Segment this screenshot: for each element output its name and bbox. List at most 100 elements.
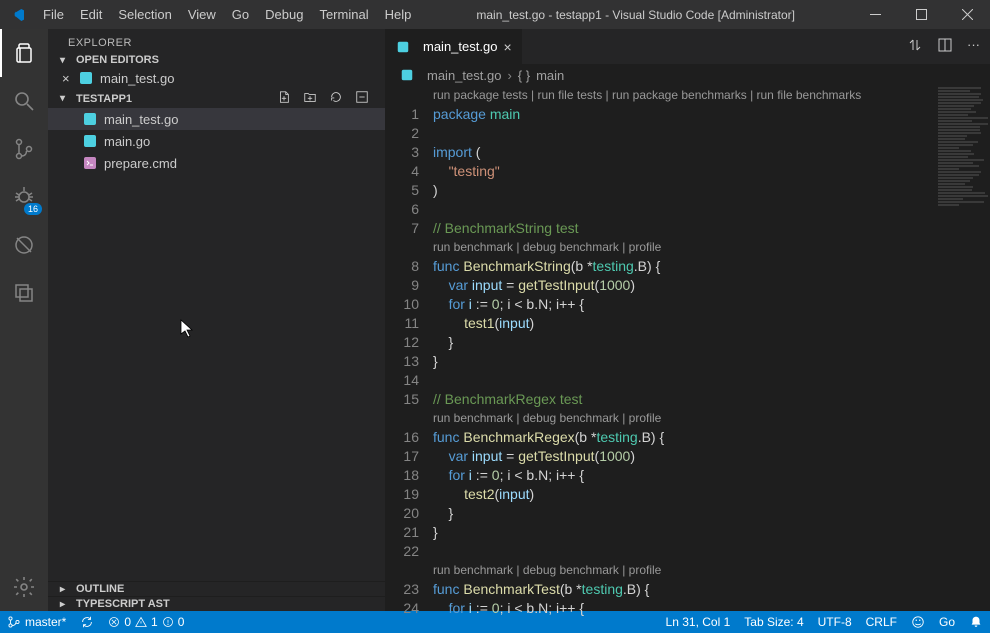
code-line[interactable]: test2(input) [433,485,990,504]
main-area: 16 EXPLORER ▾ OPEN EDITORS × main_test.g… [0,29,990,611]
codelens[interactable]: run benchmark | debug benchmark | profil… [433,409,990,428]
file-item[interactable]: main_test.go [48,108,385,130]
tab-label: main_test.go [423,39,497,54]
status-problems[interactable]: 0 1 0 [101,611,191,633]
close-icon[interactable]: × [503,39,511,55]
menu-item-terminal[interactable]: Terminal [311,0,376,29]
sidebar-title: EXPLORER [48,29,385,53]
code-line[interactable] [433,200,990,219]
activity-search-icon[interactable] [0,77,48,125]
chevron-right-icon: ▸ [60,584,76,595]
file-item[interactable]: main.go [48,130,385,152]
breadcrumb-symbol: main [536,68,564,83]
status-branch[interactable]: master* [0,611,73,633]
code-line[interactable]: for i := 0; i < b.N; i++ { [433,599,990,618]
code-line[interactable]: func BenchmarkRegex(b *testing.B) { [433,428,990,447]
open-editors-section[interactable]: ▾ OPEN EDITORS [48,53,385,67]
editor-body[interactable]: 1234567 89101112131415 16171819202122 23… [385,86,990,611]
split-editor-icon[interactable] [937,37,953,56]
code-line[interactable]: test1(input) [433,314,990,333]
activity-settings-icon[interactable] [0,563,48,611]
code-line[interactable]: for i := 0; i < b.N; i++ { [433,466,990,485]
code-line[interactable]: import ( [433,143,990,162]
menu-item-go[interactable]: Go [224,0,257,29]
code-line[interactable]: var input = getTestInput(1000) [433,276,990,295]
ts-ast-label: TYPESCRIPT AST [76,598,170,610]
file-label: prepare.cmd [104,156,177,171]
editor-area: main_test.go × ··· main_test.go › { } ma… [385,29,990,611]
code-line[interactable]: } [433,333,990,352]
open-editor-filename: main_test.go [100,71,174,86]
window-controls [852,0,990,29]
open-editor-item[interactable]: × main_test.go [48,67,385,89]
namespace-icon: { } [518,68,530,83]
menu-item-edit[interactable]: Edit [72,0,110,29]
activity-extensions-icon[interactable] [0,221,48,269]
title-bar: FileEditSelectionViewGoDebugTerminalHelp… [0,0,990,29]
codelens[interactable]: run package tests | run file tests | run… [433,86,990,105]
project-tools [277,90,373,107]
minimize-button[interactable] [852,0,898,29]
go-file-icon [78,70,94,86]
breadcrumb[interactable]: main_test.go › { } main [385,64,990,86]
code-line[interactable]: // BenchmarkRegex test [433,390,990,409]
more-icon[interactable]: ··· [967,37,980,56]
menu-bar: FileEditSelectionViewGoDebugTerminalHelp [35,0,419,29]
breadcrumb-file: main_test.go [427,68,501,83]
go-file-icon [399,67,415,83]
new-file-icon[interactable] [277,90,291,107]
editor-tab[interactable]: main_test.go × [385,29,522,64]
menu-item-debug[interactable]: Debug [257,0,311,29]
code-line[interactable]: for i := 0; i < b.N; i++ { [433,295,990,314]
code-line[interactable]: // BenchmarkString test [433,219,990,238]
menu-item-view[interactable]: View [180,0,224,29]
file-label: main_test.go [104,112,178,127]
editor-toolbar: ··· [907,37,990,56]
chevron-right-icon: ▸ [60,599,76,610]
menu-item-file[interactable]: File [35,0,72,29]
go-file-icon [82,111,98,127]
codelens[interactable]: run benchmark | debug benchmark | profil… [433,561,990,580]
code-line[interactable]: func BenchmarkString(b *testing.B) { [433,257,990,276]
chevron-right-icon: › [507,68,511,83]
window-title: main_test.go - testapp1 - Visual Studio … [419,8,852,22]
codelens[interactable]: run benchmark | debug benchmark | profil… [433,238,990,257]
menu-item-help[interactable]: Help [377,0,420,29]
debug-badge: 16 [24,203,42,215]
activity-explorer-icon[interactable] [0,29,48,77]
code-line[interactable]: "testing" [433,162,990,181]
file-item[interactable]: prepare.cmd [48,152,385,174]
code-line[interactable] [433,542,990,561]
code-line[interactable] [433,124,990,143]
open-editors-label: OPEN EDITORS [76,54,159,66]
code-line[interactable]: } [433,504,990,523]
project-section[interactable]: ▾ TESTAPP1 [48,89,385,108]
code-line[interactable]: package main [433,105,990,124]
menu-item-selection[interactable]: Selection [110,0,179,29]
code-line[interactable]: var input = getTestInput(1000) [433,447,990,466]
outline-section[interactable]: ▸ OUTLINE [48,581,385,596]
code-line[interactable]: } [433,523,990,542]
code-line[interactable]: } [433,352,990,371]
cmd-file-icon [82,155,98,171]
status-sync[interactable] [73,611,101,633]
compare-icon[interactable] [907,37,923,56]
project-label: TESTAPP1 [76,93,132,105]
refresh-icon[interactable] [329,90,343,107]
ts-ast-section[interactable]: ▸ TYPESCRIPT AST [48,596,385,611]
activity-debug-icon[interactable]: 16 [0,173,48,221]
maximize-button[interactable] [898,0,944,29]
close-button[interactable] [944,0,990,29]
outline-label: OUTLINE [76,583,124,595]
activity-scm-icon[interactable] [0,125,48,173]
close-icon[interactable]: × [62,71,76,86]
activity-bar: 16 [0,29,48,611]
code-line[interactable]: func BenchmarkTest(b *testing.B) { [433,580,990,599]
code-line[interactable]: ) [433,181,990,200]
activity-references-icon[interactable] [0,269,48,317]
chevron-down-icon: ▾ [60,93,76,104]
code-line[interactable] [433,371,990,390]
code-content[interactable]: run package tests | run file tests | run… [433,86,990,611]
collapse-icon[interactable] [355,90,369,107]
new-folder-icon[interactable] [303,90,317,107]
